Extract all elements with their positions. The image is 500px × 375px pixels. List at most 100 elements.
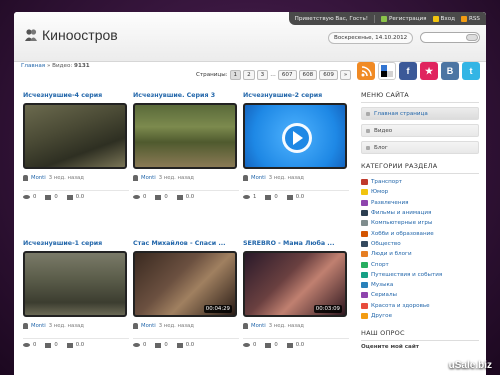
category-link[interactable]: Другое	[361, 311, 479, 321]
page-link[interactable]: 608	[298, 70, 318, 80]
video-title[interactable]: SEREBRO - Мама Люба ...	[243, 240, 349, 247]
menu-item-video[interactable]: Видео	[361, 124, 479, 137]
menu-item-label: Видео	[374, 127, 393, 134]
user-icon	[133, 175, 138, 181]
author-link[interactable]: Monti	[251, 175, 266, 181]
user-icon	[243, 175, 248, 181]
video-meta: Monti 3 нед. назад	[23, 175, 84, 181]
rating-value: 0.0	[295, 342, 305, 348]
delicious-icon[interactable]	[378, 62, 396, 80]
top-bar: Приветствую Вас, Гость! Регистрация Вход…	[288, 12, 486, 25]
register-link[interactable]: Регистрация	[381, 15, 427, 22]
video-meta: Monti 3 нед. назад	[243, 323, 304, 329]
category-icon	[361, 302, 368, 309]
logo[interactable]: Киноостров	[24, 27, 118, 43]
views-count: 0	[143, 194, 147, 200]
eye-icon	[23, 343, 30, 347]
video-thumbnail[interactable]: 00:04:29	[133, 251, 237, 317]
comment-icon	[265, 194, 272, 200]
bookmark-star-icon[interactable]: ★	[420, 62, 438, 80]
category-link[interactable]: Путешествия и события	[361, 270, 479, 280]
views-count: 1	[253, 194, 257, 200]
video-age: 3 нед. назад	[48, 175, 84, 181]
comments-count: 0	[164, 342, 168, 348]
watermark: uSale.biz	[448, 360, 492, 371]
category-link[interactable]: Общество	[361, 239, 479, 249]
page-link[interactable]: 1	[229, 70, 242, 80]
video-title[interactable]: Стас Михайлов - Спаси ...	[133, 240, 239, 247]
rss-link[interactable]: RSS	[461, 15, 480, 22]
category-label: Сериалы	[371, 292, 397, 299]
comments-count: 0	[54, 342, 58, 348]
rating-value: 0.0	[295, 194, 305, 200]
comment-icon	[155, 194, 162, 200]
login-link[interactable]: Вход	[432, 15, 455, 22]
facebook-icon[interactable]: f	[399, 62, 417, 80]
video-thumbnail[interactable]	[133, 103, 237, 169]
category-icon	[361, 210, 368, 217]
video-thumbnail[interactable]: 00:03:09	[243, 251, 347, 317]
category-link[interactable]: Хобби и образование	[361, 228, 479, 238]
video-title[interactable]: Исчезнувшие-4 серия	[23, 92, 129, 99]
video-thumbnail[interactable]	[23, 103, 127, 169]
menu-item-blog[interactable]: Блог	[361, 141, 479, 154]
category-label: Хобби и образование	[371, 230, 434, 237]
video-thumbnail[interactable]	[243, 103, 347, 169]
category-label: Путешествия и события	[371, 271, 443, 278]
breadcrumb-sep: »	[46, 63, 51, 69]
rating-bars-icon	[176, 342, 183, 348]
video-title[interactable]: Исчезнувшие-2 серия	[243, 92, 349, 99]
category-link[interactable]: Люди и блоги	[361, 249, 479, 259]
category-link[interactable]: Транспорт	[361, 177, 479, 187]
comment-icon	[45, 194, 52, 200]
video-age: 3 нед. назад	[158, 175, 194, 181]
author-link[interactable]: Monti	[251, 323, 266, 329]
category-link[interactable]: Музыка	[361, 280, 479, 290]
next-page-button[interactable]: »	[339, 70, 352, 80]
category-link[interactable]: Фильмы и анимация	[361, 208, 479, 218]
category-icon	[361, 179, 368, 186]
vkontakte-icon[interactable]: В	[441, 62, 459, 80]
menu-item-home[interactable]: Главная страница	[361, 107, 479, 120]
category-link[interactable]: Красота и здоровье	[361, 301, 479, 311]
video-stats: 0 0 0.0	[23, 338, 129, 348]
video-duration: 00:03:09	[313, 305, 342, 313]
date-badge: Воскресенье, 14.10.2012	[328, 32, 414, 44]
register-label: Регистрация	[389, 15, 427, 22]
author-link[interactable]: Monti	[141, 323, 156, 329]
rss-feed-icon[interactable]	[357, 62, 375, 80]
search-button[interactable]	[466, 34, 478, 41]
page-link[interactable]: 2	[243, 70, 255, 80]
category-link[interactable]: Юмор	[361, 187, 479, 197]
page-link[interactable]: 3	[256, 70, 269, 80]
category-icon	[361, 251, 368, 258]
breadcrumb-home[interactable]: Главная	[21, 63, 45, 69]
category-link[interactable]: Спорт	[361, 259, 479, 269]
menu-heading: МЕНЮ САЙТА	[361, 91, 479, 103]
categories-list: Транспорт Юмор Развлечения Фильмы и анимаци…	[361, 177, 479, 321]
video-age: 3 нед. назад	[158, 323, 194, 329]
video-title[interactable]: Исчезнувшие-1 серия	[23, 240, 129, 247]
category-link[interactable]: Компьютерные игры	[361, 218, 479, 228]
page-link[interactable]: 607	[277, 70, 297, 80]
category-label: Фильмы и анимация	[371, 210, 432, 217]
category-label: Компьютерные игры	[371, 220, 433, 227]
video-thumbnail[interactable]	[23, 251, 127, 317]
views-count: 0	[33, 342, 37, 348]
twitter-icon[interactable]: t	[462, 62, 480, 80]
category-link[interactable]: Сериалы	[361, 290, 479, 300]
author-link[interactable]: Monti	[31, 323, 46, 329]
author-link[interactable]: Monti	[141, 175, 156, 181]
rss-icon	[461, 15, 467, 22]
category-link[interactable]: Развлечения	[361, 198, 479, 208]
category-label: Юмор	[371, 189, 389, 196]
author-link[interactable]: Monti	[31, 175, 46, 181]
poll-heading: НАШ ОПРОС	[361, 329, 479, 342]
user-icon	[23, 323, 28, 329]
category-label: Развлечения	[371, 199, 409, 206]
page-link[interactable]: 609	[319, 70, 338, 80]
comments-count: 0	[164, 194, 168, 200]
video-title[interactable]: Исчезнувшие. Серия 3	[133, 92, 239, 99]
menu-bullet-icon	[366, 145, 370, 150]
search-input[interactable]	[420, 32, 480, 43]
